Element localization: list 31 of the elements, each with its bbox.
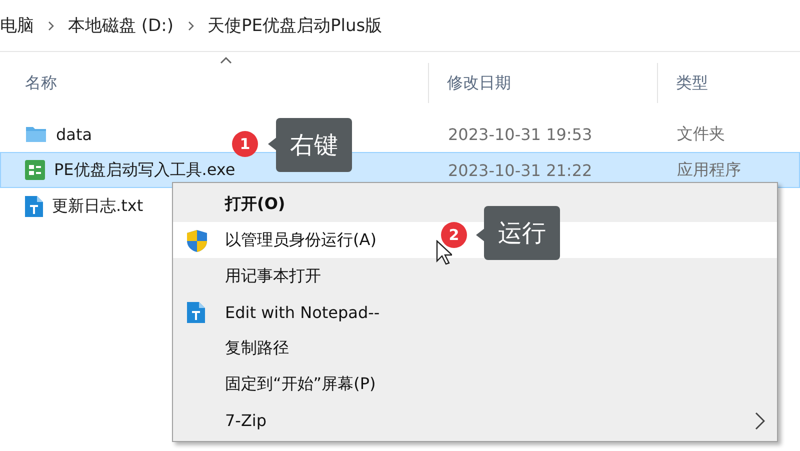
- file-type: 文件夹: [676, 124, 725, 142]
- menu-item[interactable]: 用记事本打开: [173, 258, 777, 294]
- file-date: 2023-10-31 19:53: [447, 124, 592, 144]
- callout-label: 右键: [276, 118, 352, 172]
- file-type: 应用程序: [676, 160, 741, 178]
- callout-label: 运行: [484, 206, 560, 260]
- breadcrumb-item[interactable]: 电脑: [0, 14, 34, 37]
- breadcrumb-item[interactable]: 本地磁盘 (D:): [68, 14, 174, 37]
- chevron-icon: [48, 20, 54, 30]
- shield-icon: [187, 230, 207, 252]
- file-name: PE优盘启动写入工具.exe: [54, 160, 236, 180]
- chevron-icon: [188, 20, 194, 30]
- column-header[interactable]: 修改日期: [447, 72, 511, 94]
- mouse-cursor-icon: [436, 240, 452, 266]
- step-badge: 1: [232, 131, 258, 157]
- column-header[interactable]: 名称: [25, 72, 57, 94]
- text-file-icon: [25, 196, 43, 216]
- app-icon: [25, 160, 45, 180]
- file-name: data: [56, 124, 92, 144]
- chevron-icon: [755, 412, 765, 430]
- folder-icon: [25, 125, 47, 143]
- menu-item[interactable]: 7-Zip: [173, 402, 777, 438]
- menu-item[interactable]: 固定到“开始”屏幕(P): [173, 366, 777, 402]
- file-date: 2023-10-31 21:22: [447, 160, 592, 180]
- breadcrumb-item[interactable]: 天使PE优盘启动Plus版: [208, 14, 382, 37]
- file-name: 更新日志.txt: [52, 196, 144, 216]
- menu-item[interactable]: 复制路径: [173, 330, 777, 366]
- column-header[interactable]: 类型: [676, 72, 708, 94]
- text-file-icon: [187, 302, 205, 323]
- menu-item[interactable]: Edit with Notepad--: [173, 294, 777, 330]
- sort-caret-icon: [220, 56, 232, 64]
